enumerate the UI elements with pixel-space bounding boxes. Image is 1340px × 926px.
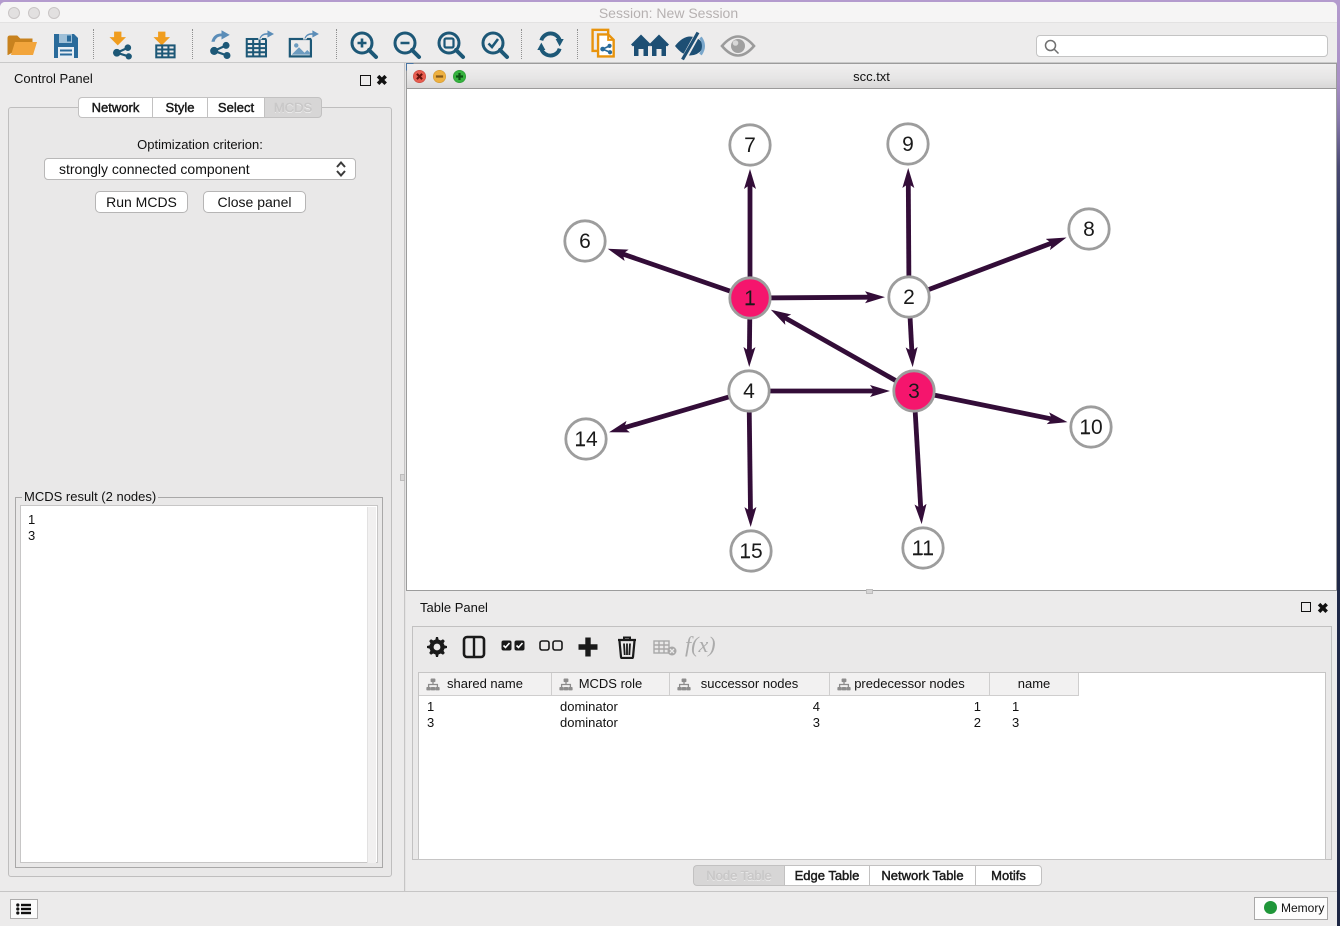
svg-text:10: 10 <box>1079 416 1102 439</box>
svg-text:7: 7 <box>744 134 756 157</box>
svg-text:6: 6 <box>579 230 591 253</box>
svg-text:11: 11 <box>912 537 934 560</box>
svg-text:1: 1 <box>744 287 756 310</box>
svg-text:8: 8 <box>1083 218 1095 241</box>
svg-text:4: 4 <box>743 380 755 403</box>
svg-text:14: 14 <box>574 428 598 451</box>
svg-text:2: 2 <box>903 286 915 309</box>
svg-text:9: 9 <box>902 133 914 156</box>
svg-text:15: 15 <box>739 540 762 563</box>
svg-text:3: 3 <box>908 380 920 403</box>
